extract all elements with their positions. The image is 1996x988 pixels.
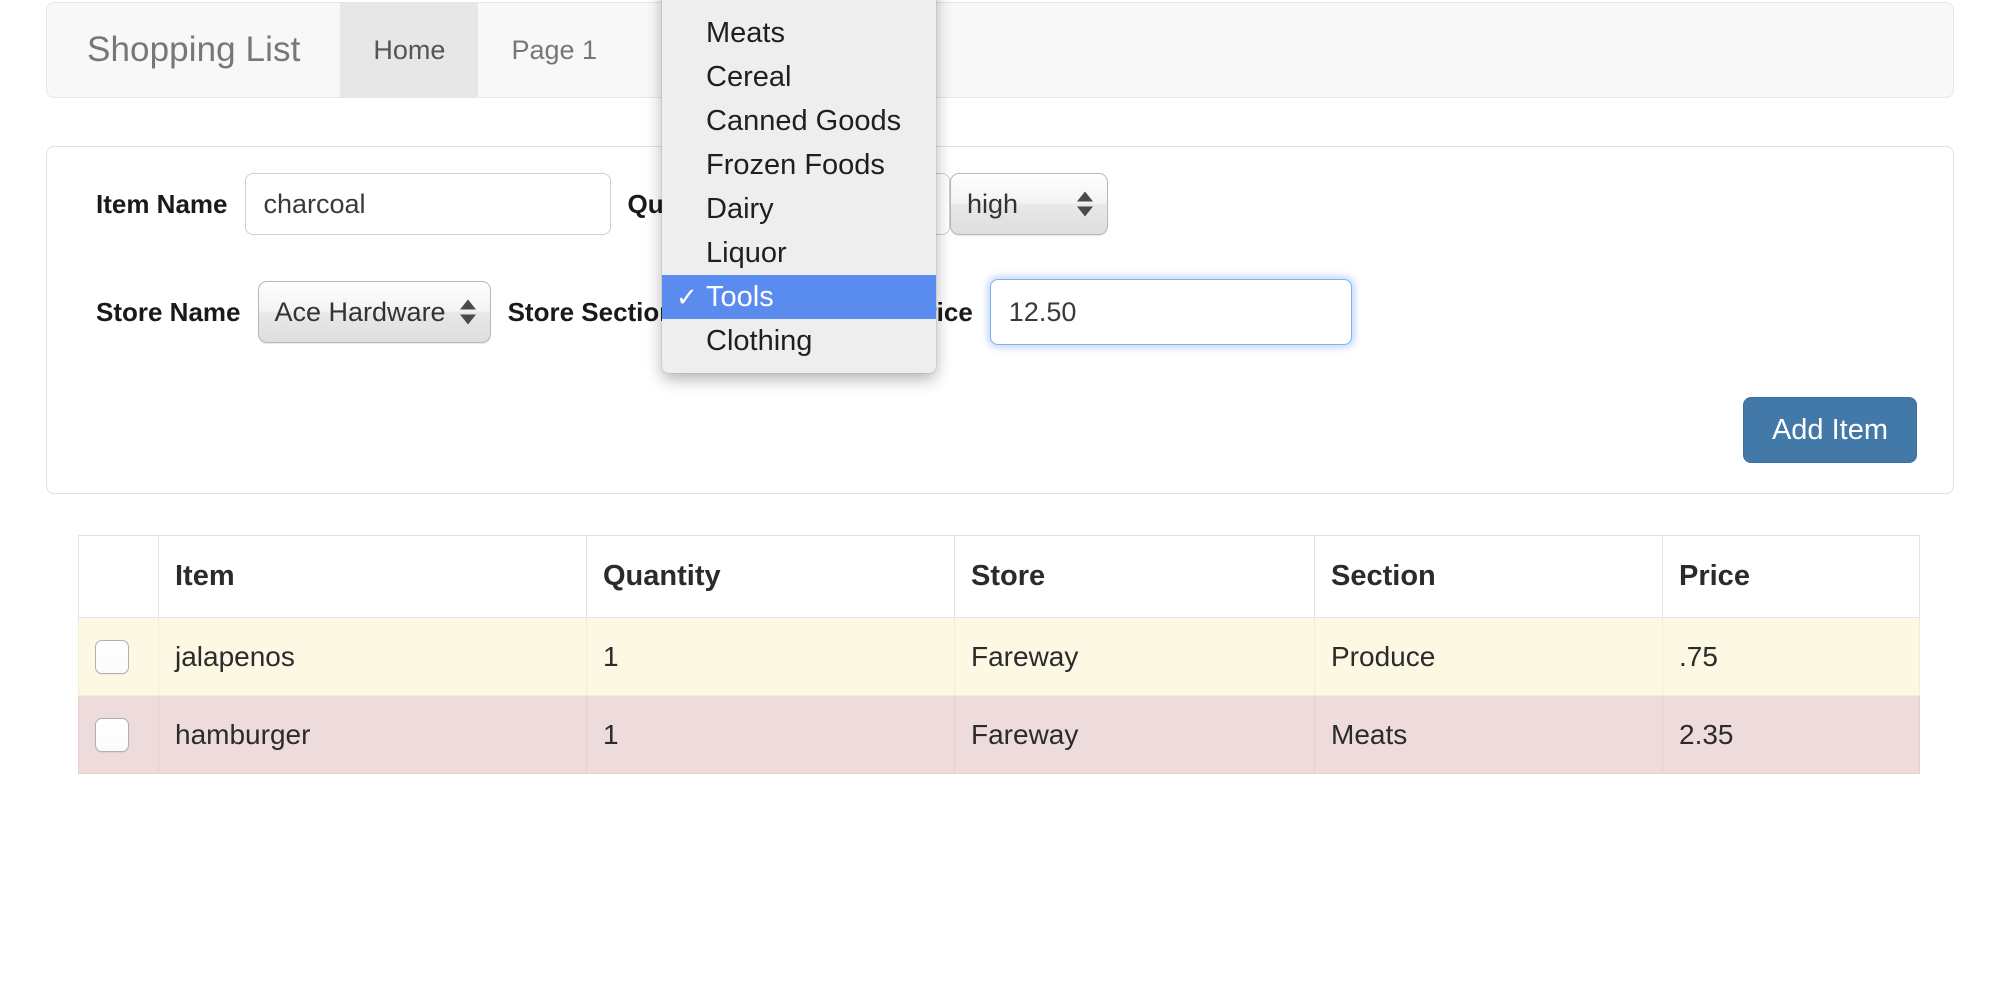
table-cell-quantity: 1 (587, 696, 955, 774)
table-row[interactable]: hamburger1FarewayMeats2.35 (79, 696, 1920, 774)
stepper-arrows-icon (1077, 192, 1093, 217)
dropdown-option-label: Canned Goods (706, 105, 901, 138)
store-section-dropdown-menu[interactable]: Produce Meats Cereal Canned Goods Frozen Foo… (662, 0, 936, 373)
row-checkbox[interactable] (95, 718, 129, 752)
table-header: Item Quantity Store Section Price (79, 536, 1920, 618)
dropdown-option-label: Cereal (706, 61, 791, 94)
table-col-price: Price (1663, 536, 1920, 618)
table-cell-store: Fareway (955, 618, 1315, 696)
table-col-store: Store (955, 536, 1315, 618)
table-cell-section: Produce (1315, 618, 1663, 696)
table-col-checkbox (79, 536, 159, 618)
nav-tab-page-1-label: Page 1 (511, 35, 597, 66)
row-checkbox[interactable] (95, 640, 129, 674)
dropdown-option[interactable]: Liquor (662, 231, 936, 275)
dropdown-option-label: Dairy (706, 193, 774, 226)
priority-select-value: high (967, 189, 1018, 220)
table-header-row: Item Quantity Store Section Price (79, 536, 1920, 618)
dropdown-option[interactable]: Dairy (662, 187, 936, 231)
dropdown-option-label: Frozen Foods (706, 149, 885, 182)
table-body: jalapenos1FarewayProduce.75hamburger1Far… (79, 618, 1920, 774)
dropdown-option-label: Tools (706, 281, 774, 314)
table-row[interactable]: jalapenos1FarewayProduce.75 (79, 618, 1920, 696)
table-cell-price: 2.35 (1663, 696, 1920, 774)
shopping-list-table: Item Quantity Store Section Price jalape… (78, 535, 1920, 774)
store-name-label: Store Name (79, 297, 258, 328)
check-icon: ✓ (676, 284, 698, 310)
form-row-primary: Item Name Quantity high (79, 173, 1108, 235)
app-root: Shopping List Home Page 1 P Item Name Qu… (0, 0, 1996, 988)
dropdown-option-label: Liquor (706, 237, 787, 270)
stepper-arrows-icon (460, 300, 476, 325)
dropdown-option[interactable]: Produce (662, 0, 936, 11)
dropdown-option[interactable]: Meats (662, 11, 936, 55)
table-cell-store: Fareway (955, 696, 1315, 774)
table-cell-price: .75 (1663, 618, 1920, 696)
dropdown-option[interactable]: Cereal (662, 55, 936, 99)
table-cell-item: hamburger (159, 696, 587, 774)
table-col-section: Section (1315, 536, 1663, 618)
table-col-quantity: Quantity (587, 536, 955, 618)
dropdown-option-label: Clothing (706, 325, 812, 358)
dropdown-option-label: Produce (706, 0, 814, 6)
shopping-list-table-wrap: Item Quantity Store Section Price jalape… (78, 535, 1920, 774)
add-item-form-card: Item Name Quantity high Store Name Ace H… (46, 146, 1954, 494)
dropdown-option[interactable]: ✓ Tools (662, 275, 936, 319)
table-col-item: Item (159, 536, 587, 618)
price-input[interactable] (990, 279, 1352, 345)
item-name-label: Item Name (79, 189, 245, 220)
dropdown-option[interactable]: Frozen Foods (662, 143, 936, 187)
store-name-select-value: Ace Hardware (275, 297, 446, 328)
dropdown-option[interactable]: Clothing (662, 319, 936, 363)
item-name-input[interactable] (245, 173, 611, 235)
navbar-brand[interactable]: Shopping List (47, 3, 340, 97)
table-cell-checkbox (79, 696, 159, 774)
add-item-button[interactable]: Add Item (1743, 397, 1917, 463)
table-cell-section: Meats (1315, 696, 1663, 774)
store-name-select[interactable]: Ace Hardware (258, 281, 491, 343)
table-cell-checkbox (79, 618, 159, 696)
dropdown-option-label: Meats (706, 17, 785, 50)
nav-tab-home[interactable]: Home (340, 3, 478, 97)
table-cell-item: jalapenos (159, 618, 587, 696)
nav-tab-page-1[interactable]: Page 1 (478, 3, 630, 97)
table-cell-quantity: 1 (587, 618, 955, 696)
dropdown-option[interactable]: Canned Goods (662, 99, 936, 143)
priority-select[interactable]: high (950, 173, 1108, 235)
nav-tab-home-label: Home (373, 35, 445, 66)
navbar: Shopping List Home Page 1 P (46, 2, 1954, 98)
